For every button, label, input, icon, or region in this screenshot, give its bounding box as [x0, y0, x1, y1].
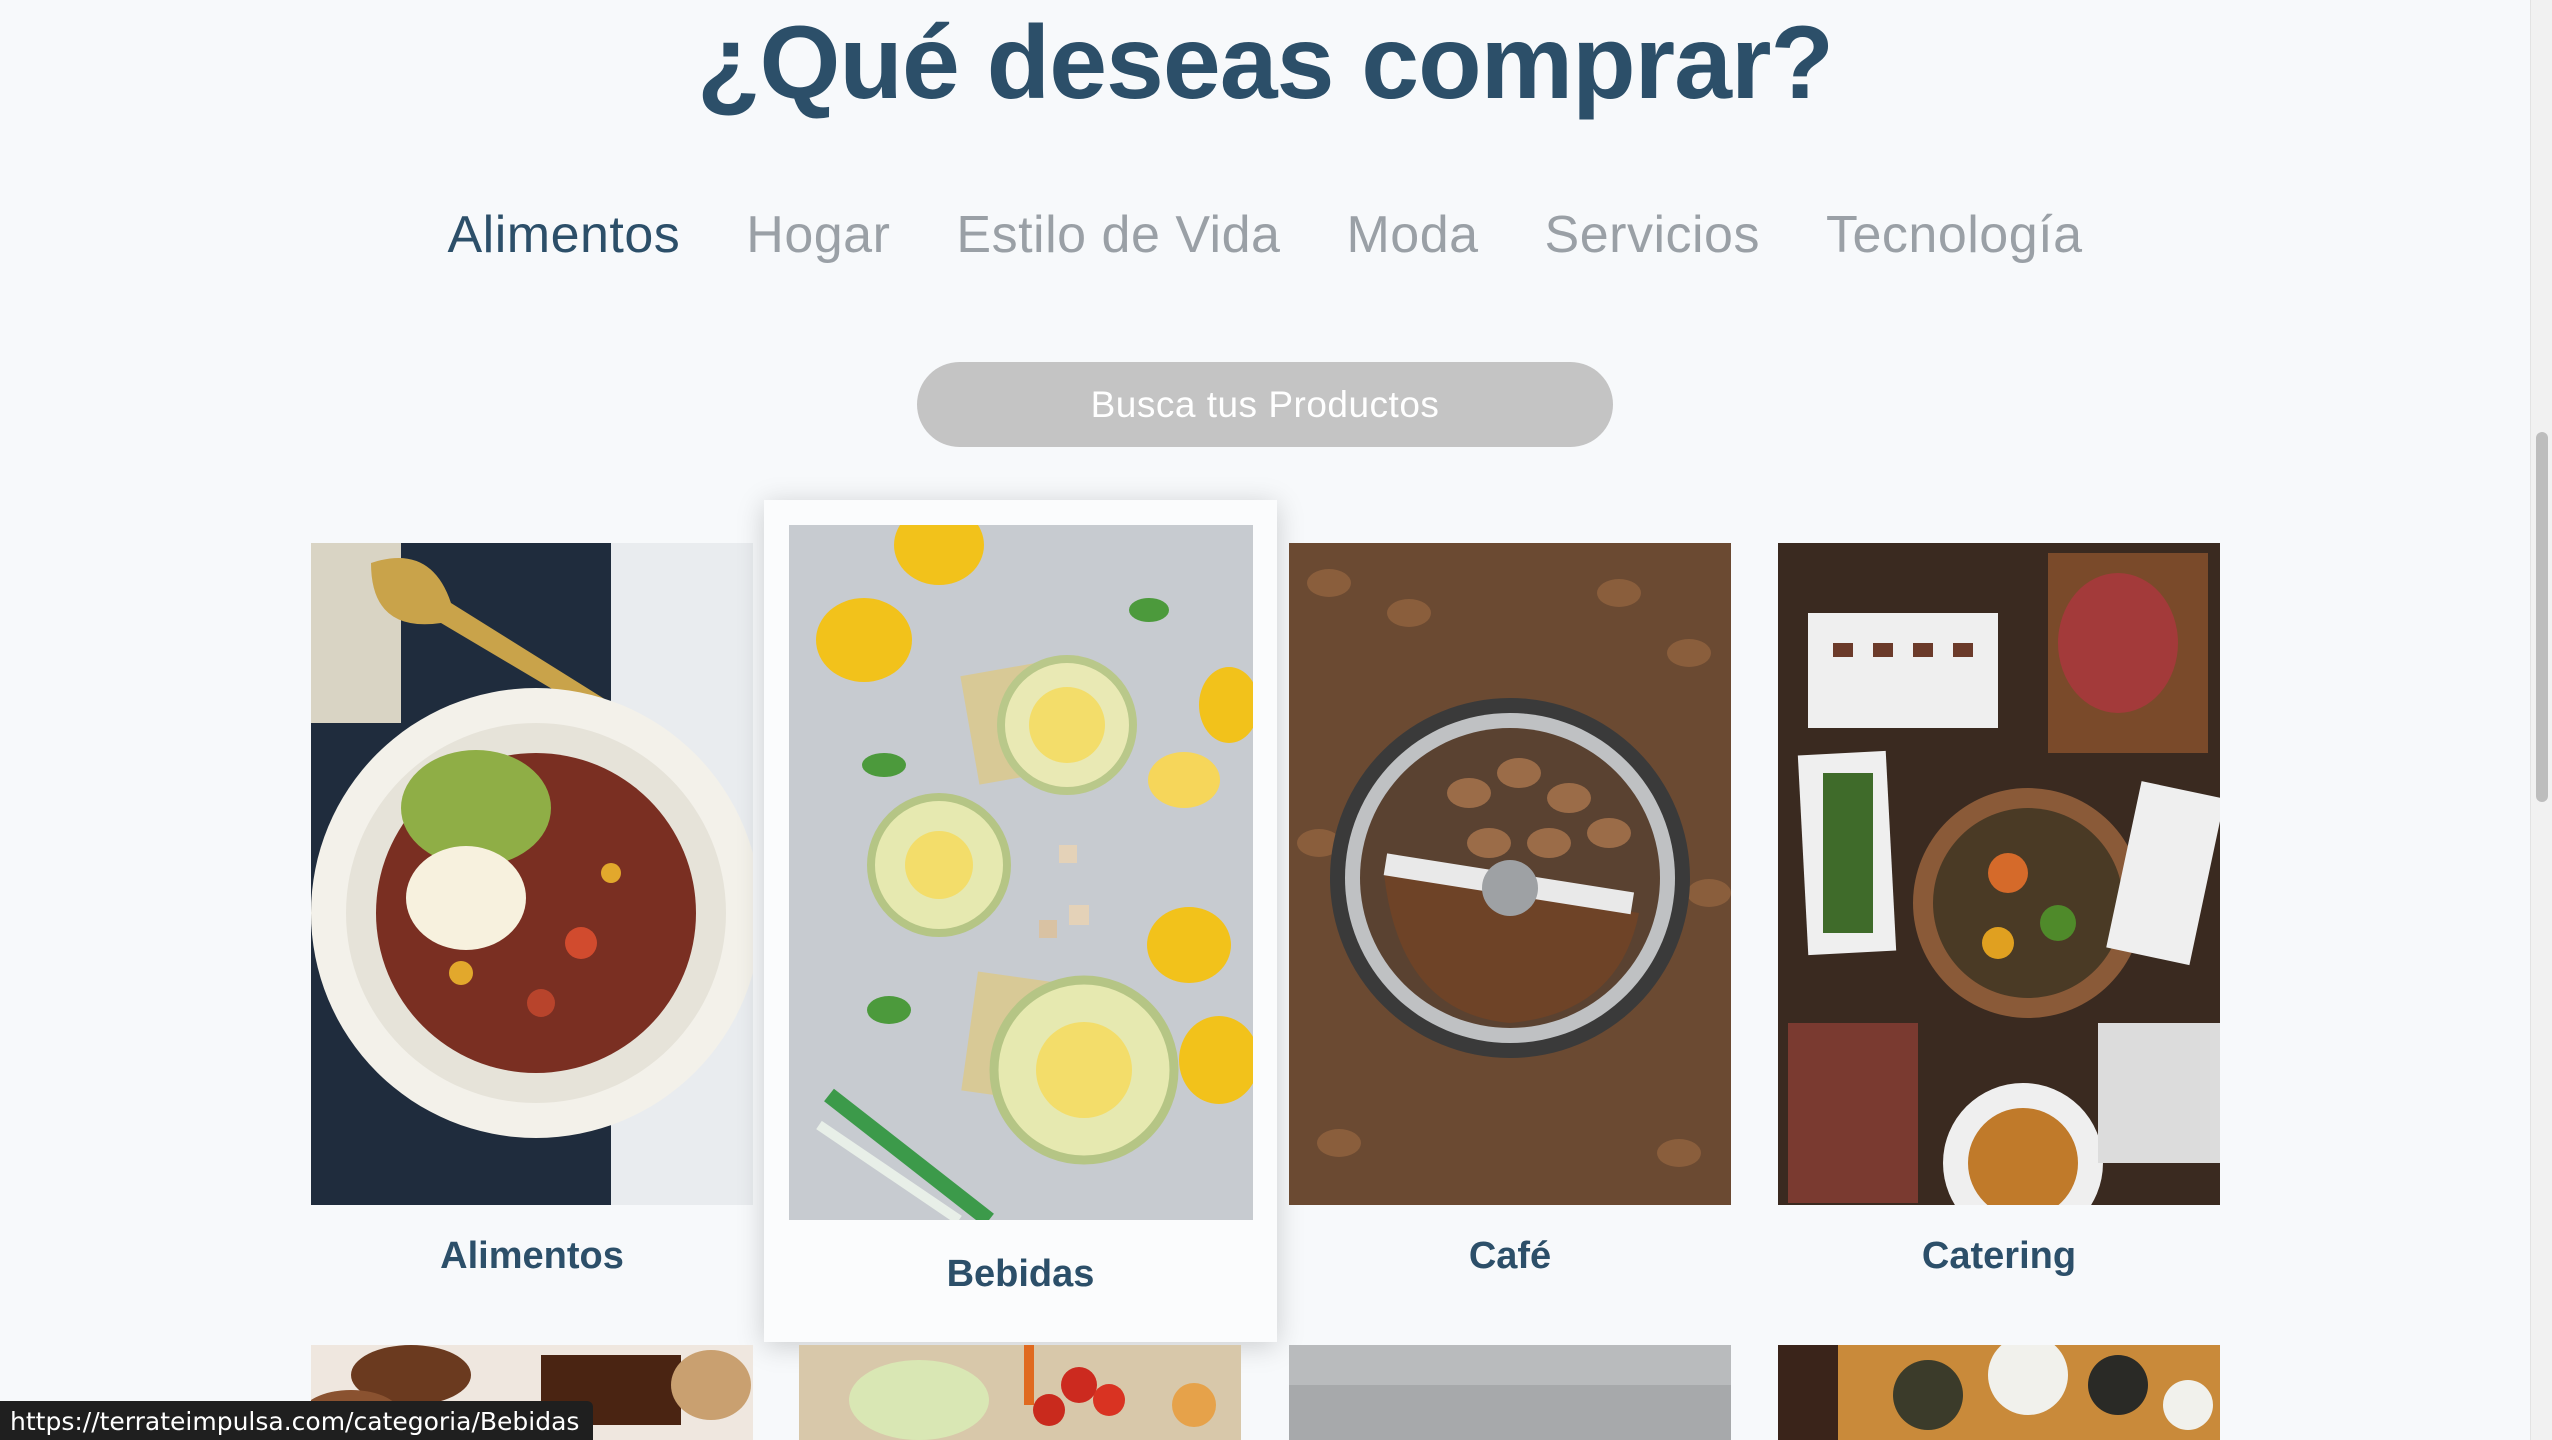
grey-surface-image — [1289, 1345, 1731, 1440]
category-card-row2-4[interactable] — [1778, 1345, 2220, 1440]
category-card-row2-3[interactable] — [1289, 1345, 1731, 1440]
vegetables-image — [799, 1345, 1241, 1440]
category-label: Catering — [1921, 1235, 2077, 1277]
scrollbar-thumb[interactable] — [2536, 432, 2548, 802]
search-products-button[interactable]: Busca tus Productos — [917, 362, 1613, 447]
tab-estilo-de-vida[interactable]: Estilo de Vida — [956, 205, 1280, 265]
chili-bowl-image — [311, 543, 753, 1205]
tab-moda[interactable]: Moda — [1346, 205, 1478, 265]
tab-hogar[interactable]: Hogar — [746, 205, 890, 265]
category-card-cafe[interactable]: Café — [1289, 543, 1731, 1303]
tab-tecnologia[interactable]: Tecnología — [1826, 205, 2083, 265]
category-card-catering[interactable]: Catering — [1778, 543, 2220, 1303]
catering-table-image — [1778, 543, 2220, 1205]
coffee-grinder-image — [1289, 543, 1731, 1205]
page-title: ¿Qué deseas comprar? — [697, 5, 1834, 121]
lemonade-image — [789, 525, 1253, 1220]
category-label: Alimentos — [440, 1235, 624, 1277]
category-label: Café — [1468, 1235, 1552, 1277]
category-label: Bebidas — [946, 1253, 1095, 1295]
category-tabs: Alimentos Hogar Estilo de Vida Moda Serv… — [0, 205, 2530, 265]
vertical-scrollbar[interactable] — [2530, 0, 2552, 1440]
category-card-bebidas[interactable]: Bebidas — [764, 500, 1277, 1342]
tab-servicios[interactable]: Servicios — [1545, 205, 1760, 265]
tab-alimentos[interactable]: Alimentos — [447, 205, 680, 265]
category-card-row2-2[interactable] — [799, 1345, 1241, 1440]
dinner-table-image — [1778, 1345, 2220, 1440]
category-card-alimentos[interactable]: Alimentos — [311, 543, 753, 1303]
link-status-bar: https://terrateimpulsa.com/categoria/Beb… — [0, 1401, 594, 1440]
